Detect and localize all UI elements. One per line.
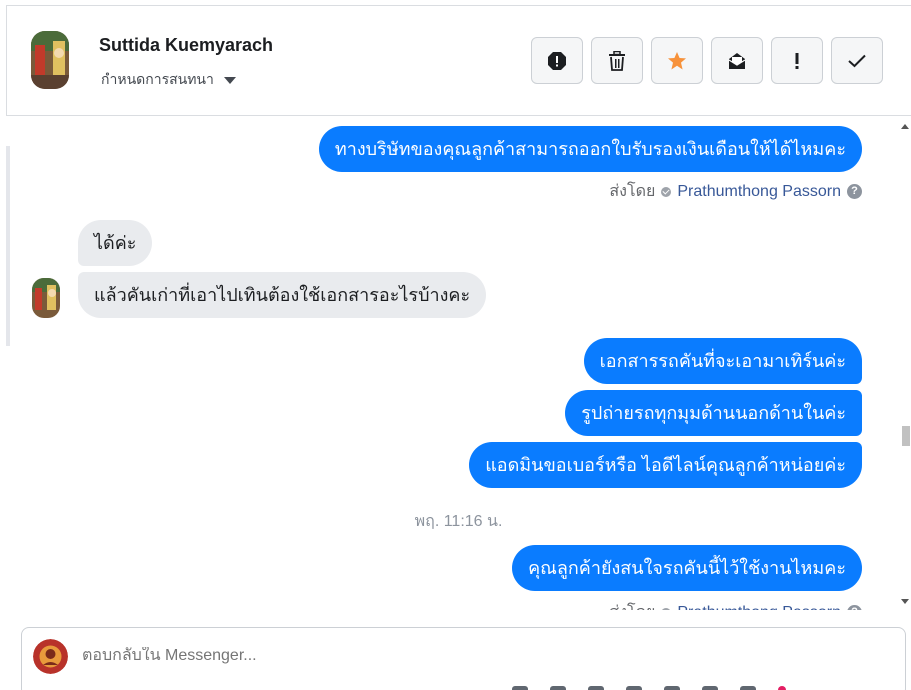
action-toolbar — [531, 37, 883, 84]
reply-composer — [21, 627, 906, 690]
sent-by-label: ส่งโดย — [609, 183, 656, 200]
message-thread[interactable]: ทางบริษัทของคุณลูกค้าสามารถออกใบรับรองเง… — [6, 116, 911, 610]
assign-conversation-dropdown[interactable]: กำหนดการสนทนา — [101, 69, 236, 91]
left-edge-divider — [6, 146, 10, 346]
conversation-header: Suttida Kuemyarach กำหนดการสนทนา — [6, 5, 911, 116]
like-icon[interactable] — [778, 686, 786, 690]
follow-up-button[interactable] — [771, 37, 823, 84]
sent-by-label: ส่งโดย — [609, 600, 655, 610]
check-icon — [848, 54, 866, 67]
saved-reply-icon[interactable] — [740, 686, 756, 690]
done-button[interactable] — [831, 37, 883, 84]
exclamation-icon — [795, 52, 799, 69]
scroll-up-arrow-icon[interactable] — [901, 124, 909, 129]
assign-label: กำหนดการสนทนา — [101, 71, 214, 87]
caret-down-icon — [223, 76, 236, 84]
sender-name-link[interactable]: Prathumthong Passorn — [677, 604, 841, 611]
sent-by-info: ส่งโดย Prathumthong Passorn ? — [609, 179, 862, 204]
sticker-icon[interactable] — [626, 686, 642, 690]
scrollbar[interactable] — [899, 116, 911, 610]
contact-avatar-small[interactable] — [32, 278, 60, 318]
camera-icon[interactable] — [664, 686, 680, 690]
message-incoming[interactable]: แล้วคันเก่าที่เอาไปเทินต้องใช้เอกสารอะไร… — [78, 272, 487, 318]
help-icon[interactable]: ? — [847, 184, 862, 199]
help-icon[interactable]: ? — [847, 605, 862, 610]
image-icon[interactable] — [702, 686, 718, 690]
delete-button[interactable] — [591, 37, 643, 84]
contact-avatar[interactable] — [31, 31, 69, 89]
trash-icon — [609, 50, 625, 71]
envelope-open-icon — [728, 52, 746, 69]
reply-input[interactable] — [82, 647, 782, 665]
contact-name[interactable]: Suttida Kuemyarach — [99, 35, 273, 56]
verified-check-icon — [661, 186, 672, 197]
scrollbar-thumb[interactable] — [902, 426, 910, 446]
sent-by-info: ส่งโดย Prathumthong Passorn ? — [609, 600, 862, 610]
sender-name-link[interactable]: Prathumthong Passorn — [677, 183, 841, 201]
star-button[interactable] — [651, 37, 703, 84]
gif-icon[interactable] — [588, 686, 604, 690]
composer-toolbar — [512, 686, 786, 690]
message-outgoing[interactable]: รูปถ่ายรถทุกมุมด้านนอกด้านในค่ะ — [565, 390, 862, 436]
message-outgoing[interactable]: เอกสารรถคันที่จะเอามาเทิร์นค่ะ — [583, 338, 862, 384]
verified-check-icon — [661, 607, 672, 610]
message-timestamp: พฤ. 11:16 น. — [414, 513, 503, 530]
page-avatar — [33, 639, 68, 674]
mark-unread-button[interactable] — [711, 37, 763, 84]
attachment-icon[interactable] — [512, 686, 528, 690]
scroll-down-arrow-icon[interactable] — [901, 599, 909, 604]
star-icon — [668, 51, 686, 69]
message-outgoing[interactable]: ทางบริษัทของคุณลูกค้าสามารถออกใบรับรองเง… — [318, 126, 862, 172]
message-outgoing[interactable]: คุณลูกค้ายังสนใจรถคันนี้ไว้ใช้งานไหมคะ — [512, 545, 862, 591]
alert-octagon-icon — [548, 51, 566, 70]
messenger-window: Suttida Kuemyarach กำหนดการสนทนา ทางบริษ… — [0, 0, 911, 690]
emoji-icon[interactable] — [550, 686, 566, 690]
message-outgoing[interactable]: แอดมินขอเบอร์หรือ ไอดีไลน์คุณลูกค้าหน่อย… — [469, 442, 862, 488]
message-incoming[interactable]: ได้ค่ะ — [78, 220, 153, 266]
spam-button[interactable] — [531, 37, 583, 84]
